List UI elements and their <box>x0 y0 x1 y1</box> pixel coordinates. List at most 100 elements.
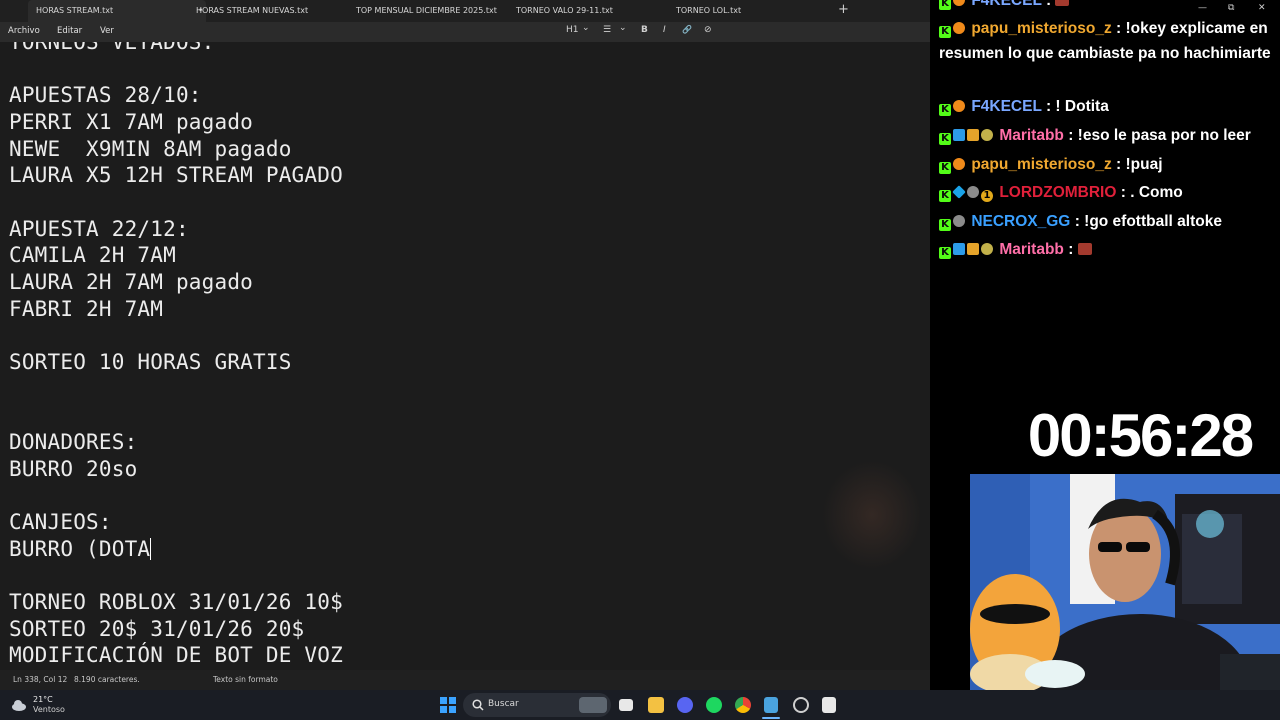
tab-torneo-valo[interactable]: TORNEO VALO 29-11.txt <box>508 0 658 22</box>
chat-username[interactable]: F4KECEL <box>971 98 1041 115</box>
notepad-icon[interactable] <box>764 697 778 713</box>
active-app-indicator <box>762 717 780 719</box>
stream-timer: 00:56:28 <box>1000 398 1280 474</box>
weather-cloud-icon <box>12 700 26 711</box>
text-format: Texto sin formato <box>213 675 278 684</box>
task-view-icon[interactable] <box>619 699 633 711</box>
webcam-feed <box>970 474 1280 690</box>
gem-badge-icon <box>952 185 966 199</box>
kick-badge-icon: K <box>939 26 951 38</box>
tab-horas-stream-nuevas[interactable]: HORAS STREAM NUEVAS.txt <box>188 0 338 22</box>
tab-bar: HORAS STREAM.txt • HORAS STREAM NUEVAS.t… <box>0 0 930 22</box>
file-explorer-icon[interactable] <box>648 697 664 713</box>
text-line: BURRO 20so <box>9 457 138 481</box>
emote-icon <box>1077 243 1092 255</box>
text-line: PERRI X1 7AM pagado <box>9 110 254 134</box>
link-icon[interactable]: 🔗 <box>682 25 692 34</box>
chat-text: : <box>1068 241 1074 258</box>
chat-message: K 1 LORDZOMBRIO : . Como <box>939 180 1275 205</box>
text-line: APUESTA 22/12: <box>9 217 189 241</box>
gift-badge-icon <box>967 243 979 255</box>
subscriber-badge-icon <box>953 158 965 170</box>
windows-taskbar: 21°C Ventoso Buscar <box>0 690 1280 720</box>
chat-username[interactable]: NECROX_GG <box>971 213 1070 230</box>
subscriber-badge-icon <box>953 22 965 34</box>
discord-icon[interactable] <box>677 697 693 713</box>
tab-label: HORAS STREAM.txt <box>36 6 114 15</box>
text-editor[interactable]: TORNEOS VETADOS: APUESTAS 28/10: PERRI X… <box>0 42 930 670</box>
obs-icon[interactable] <box>793 697 809 713</box>
tab-torneo-lol[interactable]: TORNEO LOL.txt <box>668 0 818 22</box>
list-icon[interactable]: ☰ <box>603 25 611 35</box>
tab-horas-stream[interactable]: HORAS STREAM.txt • <box>28 0 206 22</box>
text-line-current: BURRO (DOTA <box>9 537 152 561</box>
chat-text: : <box>1045 0 1052 9</box>
chat-message: K F4KECEL : ! Dotita <box>939 94 1275 119</box>
search-icon <box>472 699 484 711</box>
text-line: NEWE X9MIN 8AM pagado <box>9 137 292 161</box>
emote-icon <box>1055 0 1070 6</box>
calculator-icon[interactable] <box>822 697 836 713</box>
notepad-window: HORAS STREAM.txt • HORAS STREAM NUEVAS.t… <box>0 0 930 690</box>
chat-username[interactable]: papu_misterioso_z <box>971 156 1111 173</box>
chat-username[interactable]: Maritabb <box>999 241 1064 258</box>
chat-message: K papu_misterioso_z : !okey explicame en… <box>939 16 1275 66</box>
gift-badge-icon <box>967 129 979 141</box>
chevron-down-icon: ⌄ <box>582 23 590 33</box>
chat-message: K Maritabb : !eso le pasa por no leer <box>939 123 1275 148</box>
text-line: TORNEO ROBLOX 31/01/26 10$ <box>9 590 343 614</box>
chat-username[interactable]: LORDZOMBRIO <box>999 184 1116 201</box>
chat-message: K Maritabb : <box>939 237 1275 262</box>
taskbar-search-box[interactable]: Buscar <box>463 693 611 717</box>
search-highlight-icon <box>579 697 607 713</box>
kick-badge-icon: K <box>939 133 951 145</box>
text-line: LAURA X5 12H STREAM PAGADO <box>9 163 343 187</box>
menu-archivo[interactable]: Archivo <box>8 26 40 36</box>
star-badge-icon <box>981 129 993 141</box>
chat-username[interactable]: F4KECEL <box>971 0 1041 9</box>
windows-start-icon[interactable] <box>440 697 456 713</box>
text-caret <box>150 538 152 560</box>
kick-badge-icon: K <box>939 0 951 10</box>
chat-username[interactable]: Maritabb <box>999 127 1064 144</box>
chat-message: K NECROX_GG : !go efottball altoke <box>939 209 1275 234</box>
text-line: SORTEO 20$ 31/01/26 20$ <box>9 617 305 641</box>
webcam-image <box>970 474 1280 690</box>
mask-badge-icon <box>953 215 965 227</box>
subscriber-badge-icon <box>953 100 965 112</box>
text-line: CAMILA 2H 7AM <box>9 243 176 267</box>
kick-badge-icon: K <box>939 104 951 116</box>
cursor-position: Ln 338, Col 12 <box>13 675 68 684</box>
chat-text: : ! Dotita <box>1045 98 1109 115</box>
text-line: DONADORES: <box>9 430 138 454</box>
chat-text: : . Como <box>1120 184 1183 201</box>
menu-ver[interactable]: Ver <box>100 26 114 36</box>
add-tab-button[interactable]: + <box>838 2 849 17</box>
kick-badge-icon: K <box>939 219 951 231</box>
italic-button[interactable]: I <box>663 25 666 35</box>
tab-label: TORNEO VALO 29-11.txt <box>516 6 613 15</box>
clear-format-icon[interactable]: ⊘ <box>704 25 712 35</box>
spotify-icon[interactable] <box>706 697 722 713</box>
menu-editar[interactable]: Editar <box>57 26 82 36</box>
weather-description[interactable]: Ventoso <box>33 705 65 714</box>
weather-temperature[interactable]: 21°C <box>33 695 53 704</box>
chat-text: : !puaj <box>1116 156 1163 173</box>
kick-badge-icon: K <box>939 247 951 259</box>
mask-badge-icon <box>967 186 979 198</box>
chat-text: : !eso le pasa por no leer <box>1068 127 1251 144</box>
chat-username[interactable]: papu_misterioso_z <box>971 20 1111 37</box>
chrome-icon[interactable] <box>735 697 751 713</box>
subscriber-badge-icon <box>953 0 965 6</box>
tab-label: TOP MENSUAL DICIEMBRE 2025.txt <box>356 6 497 15</box>
text-line: CANJEOS: <box>9 510 112 534</box>
text-line: FABRI 2H 7AM <box>9 297 164 321</box>
tab-label: HORAS STREAM NUEVAS.txt <box>196 6 309 15</box>
text-line: TORNEOS VETADOS: <box>9 42 215 54</box>
bold-button[interactable]: B <box>641 25 648 35</box>
stream-chat: — ⧉ ✕ K F4KECEL : K papu_misterioso_z : … <box>930 0 1280 400</box>
text-line: LAURA 2H 7AM pagado <box>9 270 254 294</box>
tab-top-mensual[interactable]: TOP MENSUAL DICIEMBRE 2025.txt <box>348 0 498 22</box>
heading-dropdown[interactable]: H1 <box>566 25 579 35</box>
char-count: 8.190 caracteres. <box>74 675 140 684</box>
